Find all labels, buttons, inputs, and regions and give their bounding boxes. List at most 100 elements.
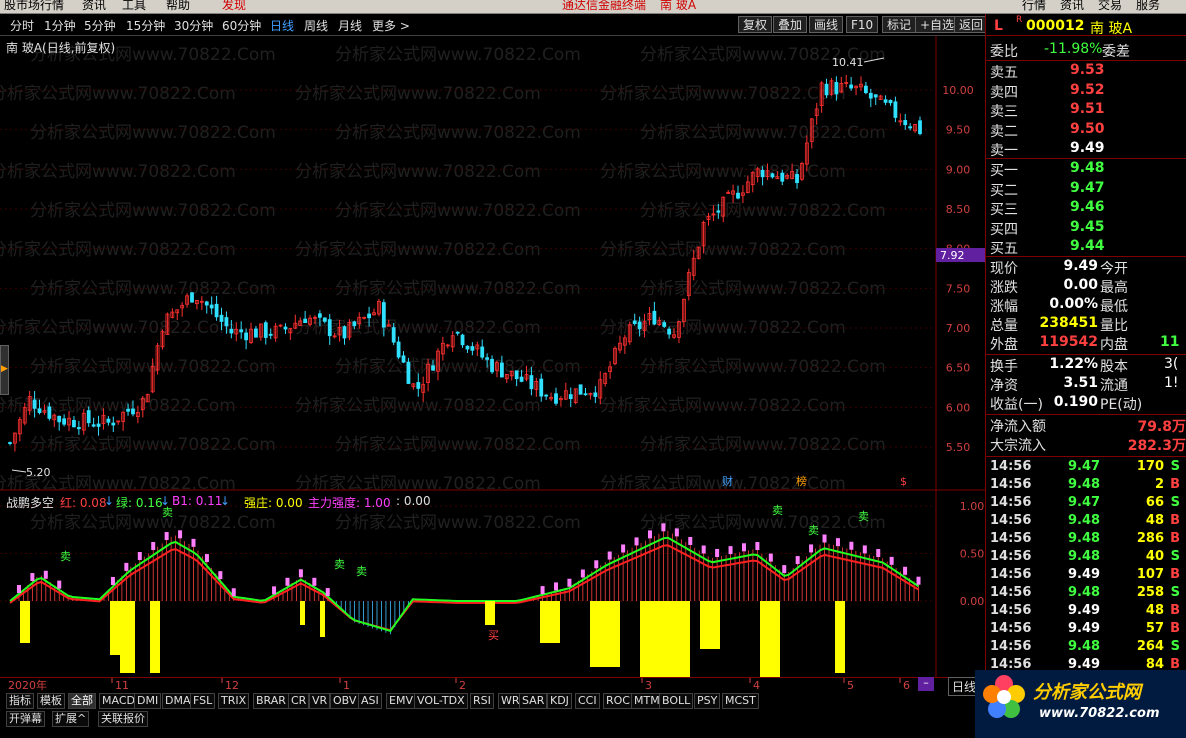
tick-time: 14:56 [990,513,1032,528]
period-fenshi[interactable]: 分时 [10,17,34,34]
candle-down [431,365,435,371]
indicator-tab[interactable]: OBV [330,693,360,709]
draw-button[interactable]: 画线 [809,16,844,33]
candle-down [96,423,101,427]
indicator-tab[interactable]: KDJ [547,693,572,709]
bid-label: 买四 [990,221,1018,238]
tick-price: 9.47 [1068,459,1101,474]
tick-volume: 66 [1145,495,1164,510]
flow-row: 大宗流入 282.3万 [990,435,1186,454]
main-force-bar [760,601,780,678]
extra-tab[interactable]: 扩展^ [52,711,90,727]
period-daily[interactable]: 日线 [270,17,294,34]
tick-row: 14:56 9.49 48 B [990,603,1186,621]
period-weekly[interactable]: 周线 [304,17,328,34]
tick-volume: 170 [1136,459,1164,474]
back-button[interactable]: 返回 [954,16,989,33]
tick-volume: 57 [1145,621,1164,636]
fundamental-label: 收益(一) [990,397,1043,413]
scroll-marker[interactable]: – [918,677,934,691]
indicator-tab[interactable]: 全部 [68,693,96,709]
period-30min[interactable]: 30分钟 [174,17,213,34]
indicator-tab[interactable]: RSI [470,693,494,709]
menu-market[interactable]: 股市场行情 [4,0,64,13]
candle-down [780,172,785,182]
strength-marker [876,549,881,558]
menu-news[interactable]: 资讯 [82,0,106,13]
candle-down [76,427,81,430]
overlay-button[interactable]: 叠加 [773,16,808,33]
indicator-tab[interactable]: PSY [694,693,721,709]
strength-marker [728,546,733,555]
indicator-tab[interactable]: SAR [519,693,548,709]
stock-code: 000012 [1026,18,1085,34]
indicator-tab[interactable]: FSL [190,693,216,709]
strength-marker [191,538,196,547]
fundamental-label: 流通 [1100,378,1128,394]
stat-value: 9.49 [1063,258,1098,274]
indicator-tab[interactable]: BRAR [253,693,289,709]
indicator-tab[interactable]: 模板 [37,693,65,709]
stock-name: 南 玻A [1090,21,1133,37]
kline-chart-area[interactable]: 分析家公式网www.70822.Com 分析家公式网www.70822.Com 分析… [0,36,985,678]
menu-tools[interactable]: 工具 [122,0,146,13]
bid-level[interactable]: 买五 9.44 [990,238,1186,257]
extra-tab[interactable]: 关联报价 [98,711,148,727]
indicator-tab[interactable]: DMA [162,693,194,709]
chart-header: 南 玻A(日线,前复权) [6,41,116,55]
indicator-tab[interactable]: VR [309,693,331,709]
bid-level[interactable]: 买三 9.46 [990,199,1186,218]
indicator-name[interactable]: 战鹏多空 [6,494,54,511]
indicator-tab[interactable]: CCI [575,693,600,709]
ask-level[interactable]: 卖一 9.49 [990,140,1186,159]
indicator-tab[interactable]: MACD [99,693,138,709]
bid-level[interactable]: 买一 9.48 [990,160,1186,179]
candle-down [903,120,908,126]
menu-quotes[interactable]: 行情 [1022,0,1046,13]
menu-help[interactable]: 帮助 [166,0,190,13]
f10-button[interactable]: F10 [846,16,879,33]
menu-info[interactable]: 资讯 [1060,0,1084,13]
extra-tab[interactable]: 开弹幕 [6,711,45,727]
bid-price: 9.44 [1070,238,1105,254]
adjust-button[interactable]: 复权 [738,16,773,33]
strength-marker [594,560,599,569]
ask-level[interactable]: 卖三 9.51 [990,101,1186,120]
indicator-tab[interactable]: MCST [722,693,759,709]
ask-level[interactable]: 卖四 9.52 [990,82,1186,101]
indicator-tab[interactable]: CR [288,693,310,709]
ask-level[interactable]: 卖二 9.50 [990,121,1186,140]
mark-button[interactable]: 标记 [882,16,917,33]
stat-label: 现价 [990,261,1018,277]
indicator-tab[interactable]: EMV [386,693,416,709]
period-15min[interactable]: 15分钟 [126,17,165,34]
bid-level[interactable]: 买二 9.47 [990,180,1186,199]
tick-price: 9.49 [1068,603,1101,618]
period-60min[interactable]: 60分钟 [222,17,261,34]
indicator-tab[interactable]: TRIX [218,693,250,709]
indicator-tab[interactable]: ASI [358,693,382,709]
candle-down [544,394,549,397]
period-more[interactable]: 更多 > [372,17,410,34]
indicator-main-strength: 主力强度: 1.00 [308,496,391,510]
period-1min[interactable]: 1分钟 [44,17,76,34]
indicator-tab[interactable]: BOLL [659,693,694,709]
add-watchlist-button[interactable]: +自选 [915,16,960,33]
candle-down [86,410,91,424]
indicator-tab[interactable]: MTM [631,693,663,709]
price-tick-label: 6.50 [946,362,971,375]
bid-level[interactable]: 买四 9.45 [990,219,1186,238]
tick-time: 14:56 [990,567,1032,582]
indicator-tab[interactable]: 指标 [6,693,34,709]
indicator-tab[interactable]: ROC [603,693,633,709]
ask-level[interactable]: 卖五 9.53 [990,62,1186,81]
menu-service[interactable]: 服务 [1136,0,1160,13]
period-5min[interactable]: 5分钟 [84,17,116,34]
menu-trade[interactable]: 交易 [1098,0,1122,13]
menu-discover[interactable]: 发现 [222,0,246,13]
price-tick-label: 5.50 [946,441,971,454]
side-collapse-handle[interactable]: ▶ [0,345,9,395]
indicator-tab[interactable]: DMI [134,693,162,709]
period-monthly[interactable]: 月线 [338,17,362,34]
indicator-tab[interactable]: VOL-TDX [414,693,468,709]
